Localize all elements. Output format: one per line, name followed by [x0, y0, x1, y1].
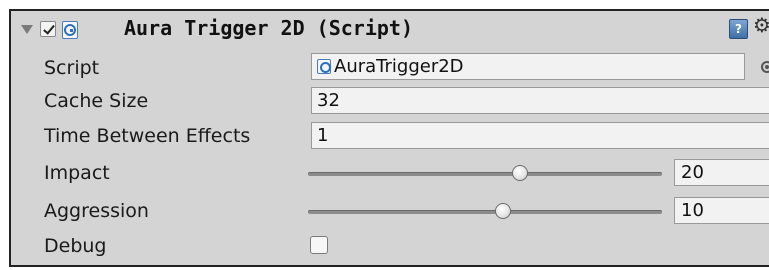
time-between-effects-input[interactable]: 1 [311, 122, 769, 149]
gear-icon[interactable]: ⚙ [753, 15, 769, 35]
impact-value-input[interactable]: 20 [674, 159, 769, 186]
aura-trigger-2d-component: Aura Trigger 2D (Script) ? ⚙ Script Aura… [9, 9, 769, 267]
aggression-slider-thumb[interactable] [494, 203, 511, 219]
cache-size-label: Cache Size [44, 90, 149, 112]
cache-size-input[interactable]: 32 [311, 87, 769, 114]
foldout-arrow-icon[interactable] [21, 25, 33, 34]
impact-slider[interactable] [308, 165, 662, 181]
script-icon [62, 21, 78, 39]
component-title: Aura Trigger 2D (Script) [124, 16, 413, 40]
script-object-field[interactable]: AuraTrigger2D [311, 53, 745, 80]
enabled-checkbox[interactable] [40, 21, 56, 37]
script-asset-icon [317, 59, 331, 74]
debug-label: Debug [44, 235, 107, 257]
impact-slider-thumb[interactable] [512, 165, 529, 181]
script-label: Script [44, 57, 100, 79]
help-icon[interactable]: ? [729, 19, 748, 39]
object-picker-icon[interactable] [761, 61, 769, 73]
impact-label: Impact [44, 162, 110, 184]
aggression-slider[interactable] [308, 203, 662, 219]
aggression-label: Aggression [44, 200, 149, 222]
debug-checkbox[interactable] [310, 236, 328, 254]
component-header[interactable]: Aura Trigger 2D (Script) ? ⚙ [11, 11, 769, 47]
aggression-value-input[interactable]: 10 [674, 197, 769, 224]
script-value: AuraTrigger2D [334, 56, 464, 77]
time-between-effects-label: Time Between Effects [44, 125, 251, 147]
